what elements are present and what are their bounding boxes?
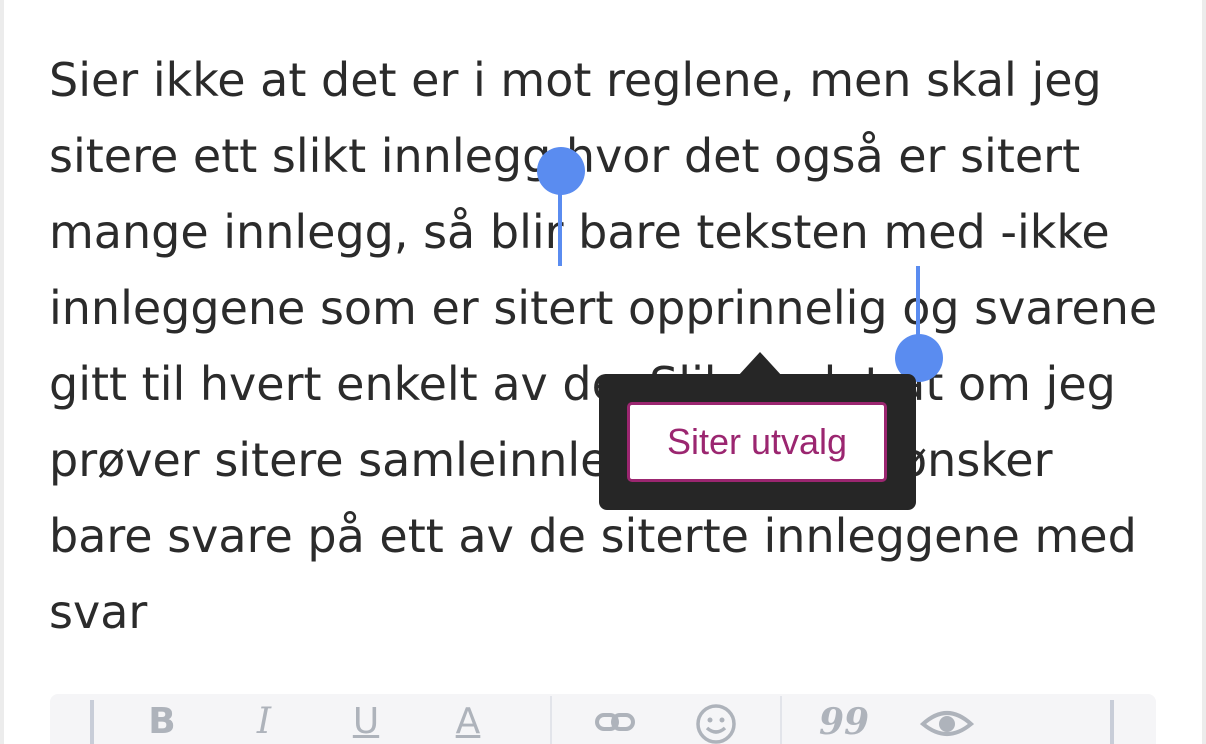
emoji-button[interactable] xyxy=(694,700,738,744)
link-icon xyxy=(595,713,635,731)
selected-text: innleggene som er sitert opprinnelig og xyxy=(49,281,960,335)
post-text-line: svar xyxy=(49,585,148,639)
preview-button[interactable] xyxy=(919,700,975,744)
post-text-segment: mange innlegg, så blir xyxy=(49,205,579,259)
post-text-line: innleggene som er sitert opprinnelig og … xyxy=(49,270,1179,346)
post-text-line: sitere ett slikt innlegg hvor det også e… xyxy=(49,129,1081,183)
toolbar-separator xyxy=(780,696,782,744)
toolbar-right-border xyxy=(1110,700,1114,744)
page-edge-left xyxy=(0,0,4,744)
post-text-line: Sier ikke at det er i mot reglene, men s… xyxy=(49,53,1102,107)
quote-button[interactable]: 99 xyxy=(818,700,870,744)
quote-selection-button[interactable]: Siter utvalg xyxy=(627,402,887,482)
post-body-text[interactable]: Sier ikke at det er i mot reglene, men s… xyxy=(49,42,1179,650)
post-text-segment: svarene xyxy=(959,281,1158,335)
page-edge-right xyxy=(1202,0,1206,744)
text-color-button[interactable]: A xyxy=(446,700,490,744)
toolbar-separator xyxy=(550,696,552,744)
eye-icon xyxy=(919,711,975,736)
selection-start-handle-knob[interactable] xyxy=(537,147,585,195)
bold-button[interactable]: B xyxy=(140,700,184,744)
underline-button[interactable]: U xyxy=(344,700,388,744)
popover-arrow xyxy=(738,352,782,376)
italic-button[interactable]: I xyxy=(242,700,286,744)
link-button[interactable] xyxy=(590,700,640,744)
toolbar-left-border xyxy=(90,700,94,744)
smiley-icon xyxy=(696,704,736,744)
selected-text: bare teksten med -ikke xyxy=(578,205,1110,259)
post-text-line: mange innlegg, så blir bare teksten med … xyxy=(49,194,1179,270)
